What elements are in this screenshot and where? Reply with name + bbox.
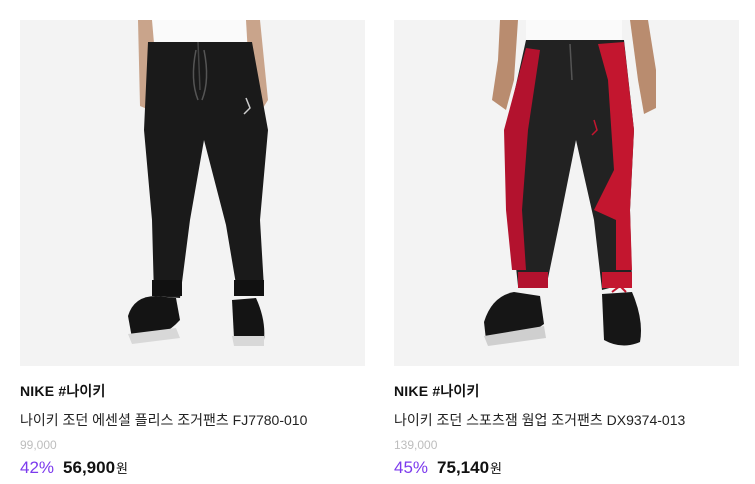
product-image[interactable] xyxy=(20,20,365,366)
sale-price: 75,140 xyxy=(437,458,490,477)
sale-price: 56,900 xyxy=(63,458,116,477)
product-card[interactable]: NIKE #나이키 나이키 조던 에센셜 플리스 조거팬츠 FJ7780-010… xyxy=(20,20,365,479)
price-row: 42% 56,900 원 xyxy=(20,457,365,479)
original-price: 99,000 xyxy=(20,438,57,452)
product-grid: NIKE #나이키 나이키 조던 에센셜 플리스 조거팬츠 FJ7780-010… xyxy=(0,0,755,484)
price-row: 45% 75,140 원 xyxy=(394,457,739,479)
original-price: 139,000 xyxy=(394,438,438,452)
product-card[interactable]: NIKE #나이키 나이키 조던 스포츠잼 웜업 조거팬츠 DX9374-013… xyxy=(394,20,739,479)
currency-unit: 원 xyxy=(490,461,502,476)
product-name[interactable]: 나이키 조던 에센셜 플리스 조거팬츠 FJ7780-010 xyxy=(20,411,365,429)
discount-rate: 42% xyxy=(20,458,55,477)
discount-rate: 45% xyxy=(394,458,429,477)
currency-unit: 원 xyxy=(116,461,128,476)
brand-label: NIKE #나이키 xyxy=(20,383,106,399)
black-red-warmup-jogger-pants-photo xyxy=(394,20,739,366)
product-image[interactable] xyxy=(394,20,739,366)
black-fleece-jogger-pants-photo xyxy=(20,20,365,366)
brand-label: NIKE #나이키 xyxy=(394,383,480,399)
product-name[interactable]: 나이키 조던 스포츠잼 웜업 조거팬츠 DX9374-013 xyxy=(394,411,739,429)
